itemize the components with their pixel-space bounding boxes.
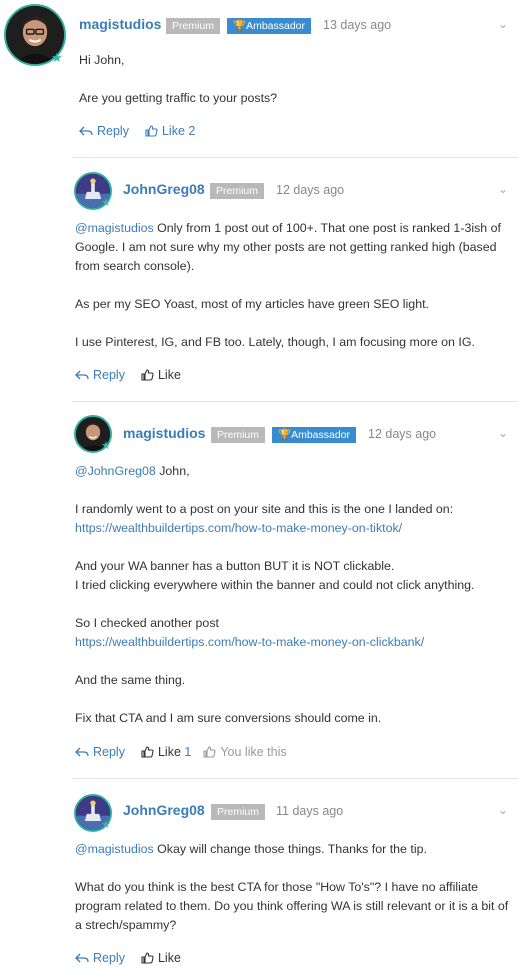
premium-badge: Premium bbox=[166, 18, 221, 34]
chevron-down-icon[interactable]: ⌄ bbox=[498, 803, 508, 817]
like-button[interactable]: Like 2 bbox=[145, 124, 195, 138]
comment-body: @magistudios Only from 1 post out of 100… bbox=[75, 219, 515, 352]
comment-actions: Reply Like bbox=[75, 368, 197, 382]
thumbs-up-icon bbox=[141, 952, 154, 964]
reply-button[interactable]: Reply bbox=[75, 951, 125, 965]
mention-link[interactable]: @magistudios bbox=[75, 221, 154, 235]
like-button[interactable]: Like bbox=[141, 951, 181, 965]
trophy-icon: 🏆 bbox=[233, 20, 247, 32]
premium-badge: Premium bbox=[211, 804, 266, 820]
comment-paragraph: I randomly went to a post on your site a… bbox=[75, 502, 454, 535]
premium-badge: Premium bbox=[211, 427, 266, 443]
reply-icon bbox=[75, 747, 89, 756]
timestamp: 11 days ago bbox=[276, 804, 344, 818]
comment-actions: Reply Like 1 You like this bbox=[75, 745, 303, 759]
thumbs-up-icon bbox=[141, 369, 154, 381]
trophy-icon: 🏆 bbox=[278, 429, 292, 441]
comment-paragraph: Fix that CTA and I am sure conversions s… bbox=[75, 711, 382, 725]
reply-button[interactable]: Reply bbox=[75, 368, 125, 382]
mention-link[interactable]: @JohnGreg08 bbox=[75, 464, 156, 478]
comment-paragraph: And your WA banner has a button BUT it i… bbox=[75, 559, 475, 592]
username[interactable]: JohnGreg08 bbox=[123, 181, 205, 197]
you-like-this: You like this bbox=[203, 745, 287, 759]
comment-paragraph: @JohnGreg08 John, bbox=[75, 464, 190, 478]
comment-paragraph: As per my SEO Yoast, most of my articles… bbox=[75, 297, 429, 311]
comment-body: @JohnGreg08 John, I randomly went to a p… bbox=[75, 462, 515, 728]
comment-paragraph: I use Pinterest, IG, and FB too. Lately,… bbox=[75, 335, 475, 349]
comment-body: Hi John, Are you getting traffic to your… bbox=[79, 51, 519, 108]
post-link[interactable]: https://wealthbuildertips.com/how-to-mak… bbox=[75, 635, 424, 649]
divider bbox=[72, 401, 518, 402]
comment-paragraph: Hi John, bbox=[79, 53, 125, 67]
thumbs-up-icon bbox=[141, 746, 154, 758]
like-count: 1 bbox=[184, 745, 192, 759]
premium-badge: Premium bbox=[210, 183, 265, 199]
star-icon: ★ bbox=[101, 819, 111, 831]
ambassador-badge: 🏆Ambassador bbox=[272, 427, 357, 443]
timestamp: 12 days ago bbox=[368, 427, 437, 441]
star-icon: ★ bbox=[51, 50, 63, 65]
star-icon: ★ bbox=[101, 440, 111, 452]
comment-paragraph: @magistudios Only from 1 post out of 100… bbox=[75, 221, 501, 273]
comment-paragraph: What do you think is the best CTA for th… bbox=[75, 880, 509, 932]
thumbs-up-icon bbox=[203, 746, 216, 758]
comment-paragraph: @magistudios Okay will change those thin… bbox=[75, 842, 427, 856]
reply-button[interactable]: Reply bbox=[75, 745, 125, 759]
chevron-down-icon[interactable]: ⌄ bbox=[498, 182, 508, 196]
comment-paragraph: So I checked another post https://wealthb… bbox=[75, 616, 425, 649]
mention-link[interactable]: @magistudios bbox=[75, 842, 154, 856]
comment-actions: Reply Like bbox=[75, 951, 197, 965]
divider bbox=[72, 778, 518, 779]
like-button[interactable]: Like 1 bbox=[141, 745, 191, 759]
username[interactable]: magistudios bbox=[123, 425, 205, 441]
comment-actions: Reply Like 2 bbox=[79, 124, 211, 138]
reply-icon bbox=[75, 370, 89, 379]
thumbs-up-icon bbox=[145, 125, 158, 137]
like-button[interactable]: Like bbox=[141, 368, 181, 382]
comment-body: @magistudios Okay will change those thin… bbox=[75, 840, 517, 935]
star-icon: ★ bbox=[101, 197, 111, 209]
comment-paragraph: Are you getting traffic to your posts? bbox=[79, 91, 278, 105]
divider bbox=[72, 157, 518, 158]
reply-icon bbox=[75, 953, 89, 962]
comment-paragraph: And the same thing. bbox=[75, 673, 186, 687]
timestamp: 13 days ago bbox=[323, 18, 392, 32]
timestamp: 12 days ago bbox=[276, 183, 345, 197]
username[interactable]: JohnGreg08 bbox=[123, 802, 205, 818]
reply-icon bbox=[79, 126, 93, 135]
chevron-down-icon[interactable]: ⌄ bbox=[498, 426, 508, 440]
username[interactable]: magistudios bbox=[79, 16, 161, 32]
chevron-down-icon[interactable]: ⌄ bbox=[498, 17, 508, 31]
reply-button[interactable]: Reply bbox=[79, 124, 129, 138]
post-link[interactable]: https://wealthbuildertips.com/how-to-mak… bbox=[75, 521, 402, 535]
ambassador-badge: 🏆Ambassador bbox=[227, 18, 312, 34]
